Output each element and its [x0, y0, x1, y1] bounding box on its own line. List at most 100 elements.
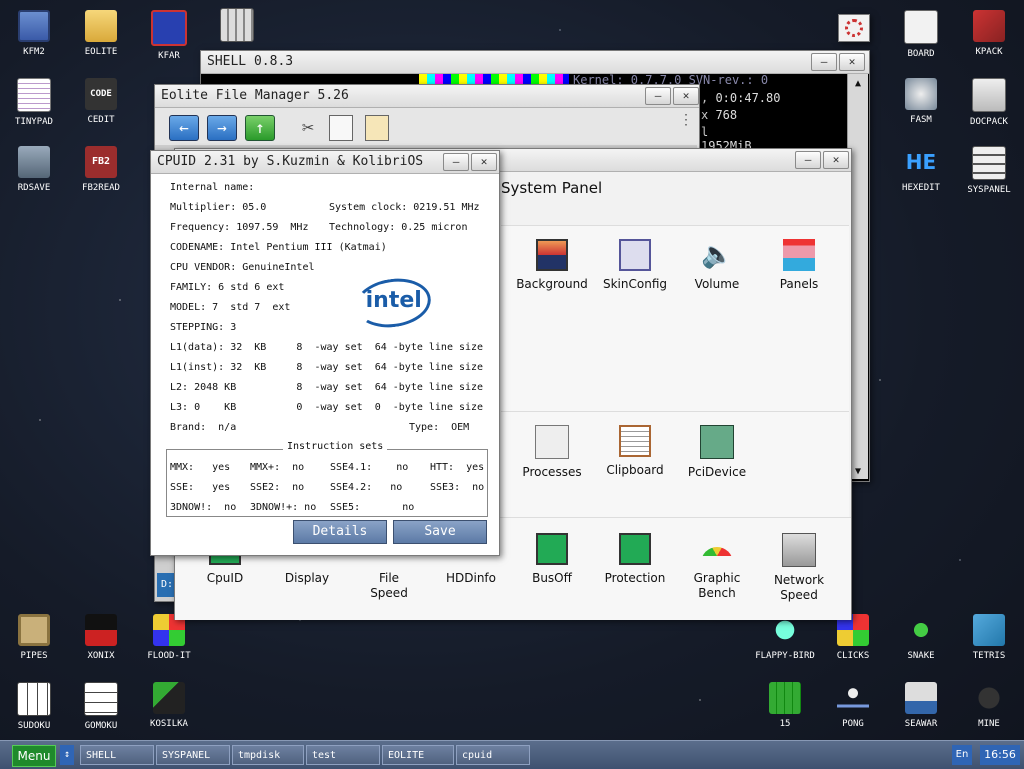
eolite-desktop-icon[interactable]: EOLITE [68, 10, 134, 57]
sudoku-desktop-icon[interactable]: SUDOKU [1, 682, 67, 731]
technology-value: Technology: 0.25 micron [329, 222, 468, 233]
shell-line: , 0:0:47.80 [701, 91, 781, 105]
codename-value: CODENAME: Intel Pentium III (Katmai) [170, 242, 387, 253]
book-icon: FB2 [85, 146, 117, 178]
fasm-desktop-icon[interactable]: FASM [888, 78, 954, 125]
stepping-value: STEPPING: 3 [170, 322, 237, 333]
shell-color-strip [419, 74, 569, 84]
volume-item[interactable]: 🔈 Volume [677, 239, 757, 292]
calculator-icon [220, 8, 254, 42]
scroll-up-icon[interactable]: ▲ [848, 74, 868, 94]
task-tmpdisk[interactable]: tmpdisk [232, 745, 304, 765]
cut-icon[interactable]: ✂ [295, 115, 321, 139]
fasm-icon [905, 78, 937, 110]
details-button[interactable]: Details [293, 520, 387, 544]
fifteen-desktop-icon[interactable]: 15 [752, 682, 818, 729]
task-eolite[interactable]: EOLITE [382, 745, 454, 765]
seawar-desktop-icon[interactable]: SEAWAR [888, 682, 954, 729]
cpuid-title: CPUID 2.31 by S.Kuzmin & KolibriOS [157, 154, 424, 169]
flappy-bird-desktop-icon[interactable]: FLAPPY-BIRD [752, 614, 818, 661]
cache-line: L2: 2048 KB 8 -way set 64 -byte line siz… [170, 382, 484, 393]
taskbar: Menu ↕ SHELL SYSPANEL tmpdisk test EOLIT… [0, 740, 1024, 769]
minimize-button[interactable]: – [811, 53, 837, 71]
kfar-desktop-icon[interactable]: KFAR [136, 10, 202, 61]
background-item[interactable]: Background [512, 239, 592, 292]
close-button[interactable]: ✕ [823, 151, 849, 169]
task-cpuid[interactable]: cpuid [456, 745, 530, 765]
menu-button[interactable]: Menu [12, 745, 56, 767]
clipboard-item[interactable]: Clipboard [595, 425, 675, 478]
close-button[interactable]: ✕ [673, 87, 699, 105]
graphic-bench-item[interactable]: Graphic Bench [677, 533, 757, 601]
instr-cell: MMX: yes [170, 462, 231, 473]
fb2read-desktop-icon[interactable]: FB2 FB2READ [68, 146, 134, 193]
cedit-desktop-icon[interactable]: CODE CEDIT [68, 78, 134, 125]
mine-desktop-icon[interactable]: MINE [956, 682, 1022, 729]
clicks-desktop-icon[interactable]: CLICKS [820, 614, 886, 661]
shell-titlebar[interactable]: SHELL 0.8.3 – ✕ [201, 51, 869, 74]
cache-line: L1(data): 32 KB 8 -way set 64 -byte line… [170, 342, 484, 353]
up-icon[interactable]: ↑ [245, 115, 275, 141]
rdsave-icon [18, 146, 50, 178]
hex-icon: HE [905, 150, 937, 174]
copy-icon[interactable] [329, 115, 353, 141]
more-icon[interactable]: ⋮ [679, 113, 693, 127]
pci-card-icon [700, 425, 734, 459]
kosilka-desktop-icon[interactable]: KOSILKA [136, 682, 202, 729]
minimize-button[interactable]: – [443, 153, 469, 171]
xonix-desktop-icon[interactable]: XONIX [68, 614, 134, 661]
skinconfig-item[interactable]: SkinConfig [595, 239, 675, 292]
pong-icon [837, 682, 869, 714]
back-icon[interactable]: ← [169, 115, 199, 141]
tetris-desktop-icon[interactable]: TETRIS [956, 614, 1022, 661]
pcidevice-item[interactable]: PciDevice [677, 425, 757, 480]
protection-item[interactable]: Protection [595, 533, 675, 586]
eolite-title: Eolite File Manager 5.26 [161, 88, 349, 103]
instr-cell: SSE4.1: no [330, 462, 409, 473]
minimize-button[interactable]: – [645, 87, 671, 105]
brand-value: Brand: n/a [170, 422, 237, 433]
shell-line: x 768 [701, 108, 738, 122]
processes-item[interactable]: Processes [512, 425, 592, 480]
task-shell[interactable]: SHELL [80, 745, 154, 765]
kfm2-desktop-icon[interactable]: KFM2 [1, 10, 67, 57]
close-button[interactable]: ✕ [471, 153, 497, 171]
forward-icon[interactable]: → [207, 115, 237, 141]
board-desktop-icon[interactable]: BOARD [888, 10, 954, 59]
pong-desktop-icon[interactable]: PONG [820, 682, 886, 729]
paste-icon[interactable] [365, 115, 389, 141]
rdsave-desktop-icon[interactable]: RDSAVE [1, 146, 67, 193]
task-syspanel[interactable]: SYSPANEL [156, 745, 230, 765]
flood-it-desktop-icon[interactable]: FLOOD-IT [136, 614, 202, 661]
syspanel-title: System Panel [501, 179, 603, 197]
eolite-titlebar[interactable]: Eolite File Manager 5.26 – ✕ [155, 85, 699, 108]
panels-icon [783, 239, 815, 271]
task-test[interactable]: test [306, 745, 380, 765]
snake-desktop-icon[interactable]: SNAKE [888, 614, 954, 661]
kpack-desktop-icon[interactable]: KPACK [956, 10, 1022, 57]
docpack-desktop-icon[interactable]: DOCPACK [956, 78, 1022, 127]
busoff-item[interactable]: BusOff [512, 533, 592, 586]
kfar-icon [151, 10, 187, 46]
calculator-desktop-icon[interactable] [204, 8, 270, 42]
gomoku-desktop-icon[interactable]: GOMOKU [68, 682, 134, 731]
type-value: Type: OEM [409, 422, 470, 433]
panels-item[interactable]: Panels [759, 239, 839, 292]
cpuid-window[interactable]: CPUID 2.31 by S.Kuzmin & KolibriOS – ✕ I… [150, 150, 500, 556]
instr-cell: SSE3: no [430, 482, 485, 493]
syspanel-desktop-icon[interactable]: SYSPANEL [956, 146, 1022, 195]
switch-icon[interactable]: ↕ [60, 745, 74, 765]
instr-cell: SSE: yes [170, 482, 231, 493]
tinypad-desktop-icon[interactable]: TINYPAD [1, 78, 67, 127]
save-button[interactable]: Save [393, 520, 487, 544]
minimize-button[interactable]: – [795, 151, 821, 169]
pipes-desktop-icon[interactable]: PIPES [1, 614, 67, 661]
tetris-icon [973, 614, 1005, 646]
close-button[interactable]: ✕ [839, 53, 865, 71]
process-window-icon[interactable] [838, 14, 870, 42]
network-speed-item[interactable]: Network Speed [759, 533, 839, 603]
language-indicator[interactable]: En [952, 745, 972, 765]
cpuid-titlebar[interactable]: CPUID 2.31 by S.Kuzmin & KolibriOS – ✕ [151, 151, 499, 174]
hexedit-desktop-icon[interactable]: HE HEXEDIT [888, 146, 954, 193]
instruction-sets-title: Instruction sets [283, 441, 388, 452]
